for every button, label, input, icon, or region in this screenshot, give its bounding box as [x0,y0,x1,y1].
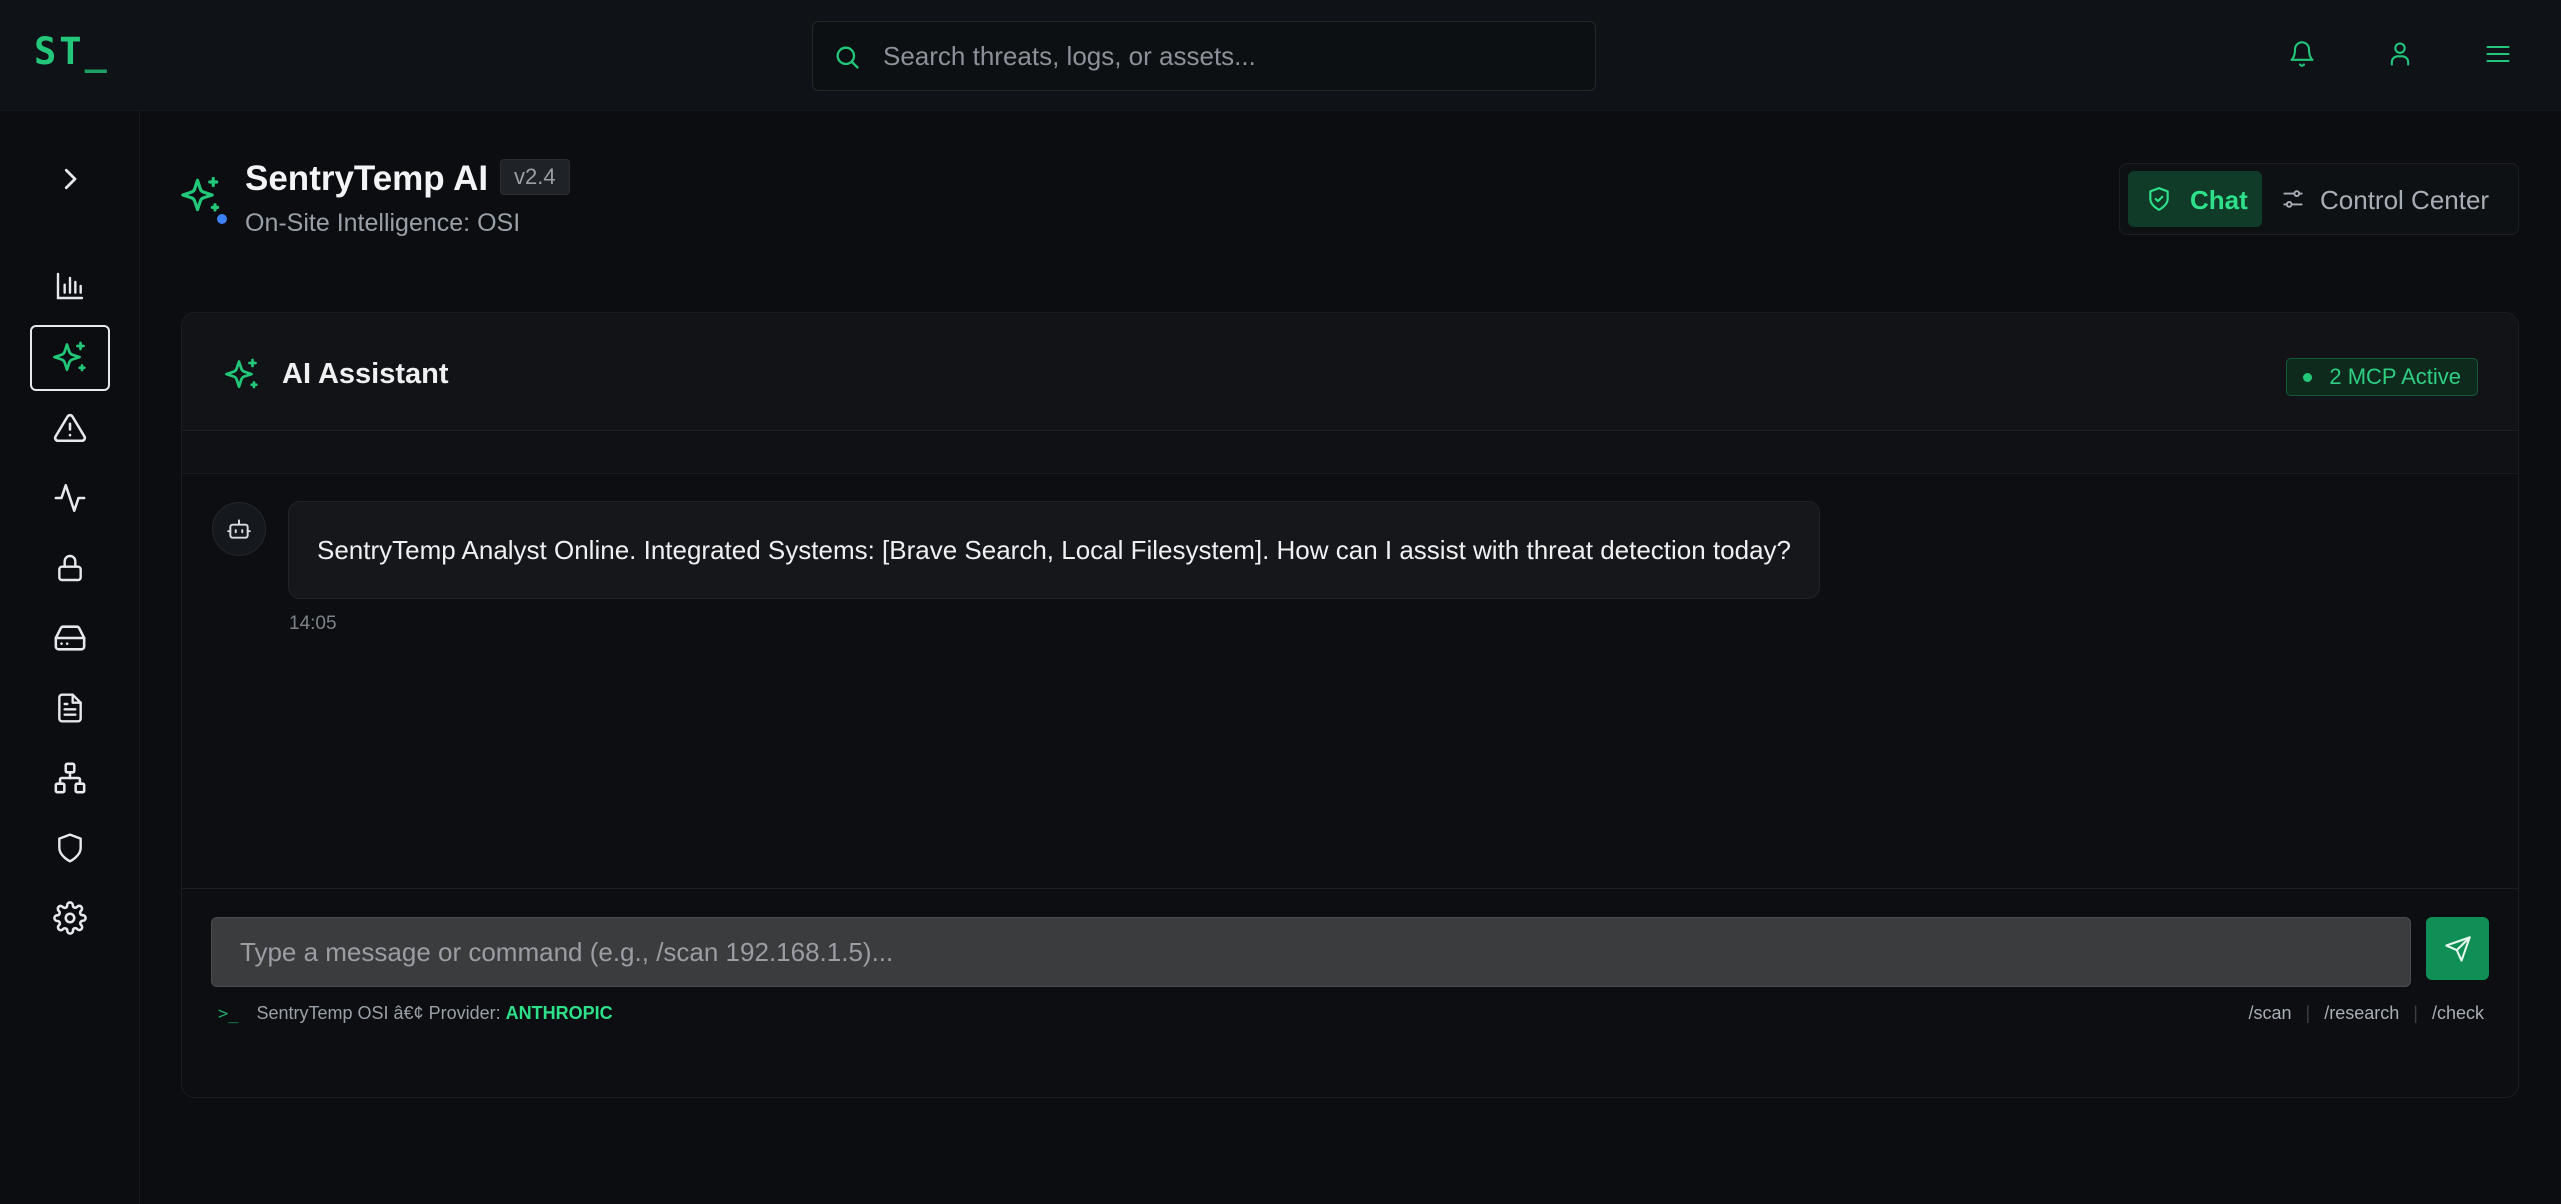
alert-triangle-icon [53,411,87,445]
shield-icon [54,832,86,864]
mcp-status-dot [2303,373,2313,382]
quick-command-check[interactable]: /check [2432,1003,2484,1023]
hard-drive-icon [53,621,87,655]
tab-chat[interactable]: Chat [2128,171,2262,227]
sidebar-item-reports[interactable] [30,675,110,741]
mcp-status-label: 2 MCP Active [2329,364,2461,389]
mcp-status-badge: 2 MCP Active [2286,358,2478,396]
bar-chart-icon [54,270,86,302]
online-status-dot [215,212,229,226]
tab-chat-label: Chat [2190,185,2248,215]
sliders-icon [2280,186,2306,212]
sidebar-item-storage[interactable] [30,605,110,671]
quick-commands: /scan | /research | /check [2249,1003,2484,1024]
send-icon [2444,935,2472,963]
sidebar-item-ai[interactable] [30,325,110,391]
provider-name: ANTHROPIC [505,1003,613,1023]
provider-prefix: SentryTemp OSI â€¢ Provider: [256,1003,501,1023]
version-badge: v2.4 [500,159,570,195]
sidebar-item-protection[interactable] [30,815,110,881]
sidebar-item-analytics[interactable] [30,253,110,319]
menu-icon[interactable] [2484,40,2514,70]
bell-icon[interactable] [2288,40,2318,70]
tab-control-center-label: Control Center [2320,185,2490,215]
sidebar [0,111,140,1204]
sidebar-item-network[interactable] [30,745,110,811]
top-bar: ST_ [0,0,2561,111]
message-timestamp: 14:05 [289,613,337,634]
sidebar-item-security[interactable] [30,535,110,601]
send-button[interactable] [2426,917,2489,980]
page-title: SentryTemp AI [245,159,489,198]
view-toggle: Chat Control Center [2119,163,2519,235]
logo-text: ST [34,30,85,73]
settings-icon [53,901,87,935]
chevron-right-icon [55,164,85,194]
sidebar-item-settings[interactable] [30,885,110,951]
separator: | [2413,1003,2418,1023]
composer-divider [182,888,2518,889]
activity-icon [53,481,87,515]
ai-assistant-panel: AI Assistant 2 MCP Active SentryTemp Ana… [181,312,2519,1098]
user-icon[interactable] [2386,40,2416,70]
provider-info: >_ SentryTemp OSI â€¢ Provider: ANTHROPIC [218,1003,613,1024]
lock-icon [54,552,86,584]
panel-subbar [182,432,2518,474]
message-input[interactable] [211,917,2411,987]
global-search [812,21,1596,91]
panel-header: AI Assistant 2 MCP Active [182,313,2518,431]
quick-command-research[interactable]: /research [2324,1003,2399,1023]
bot-avatar [212,502,266,556]
separator: | [2305,1003,2311,1023]
network-icon [53,761,87,795]
sidebar-item-alerts[interactable] [30,395,110,461]
logo-cursor: _ [84,30,110,73]
sparkles-icon [52,340,88,376]
bot-icon [226,516,252,542]
sparkles-icon [180,175,222,217]
tab-control-center[interactable]: Control Center [2270,171,2512,227]
search-icon [833,43,861,71]
sidebar-expand-button[interactable] [30,146,110,212]
shield-check-icon [2146,186,2172,212]
search-input[interactable] [883,22,1573,90]
bot-message-bubble: SentryTemp Analyst Online. Integrated Sy… [288,501,1821,599]
quick-command-scan[interactable]: /scan [2249,1003,2292,1023]
terminal-icon: >_ [218,1004,239,1024]
app-logo[interactable]: ST_ [34,30,110,73]
file-text-icon [54,692,86,724]
sidebar-item-activity[interactable] [30,465,110,531]
page-subtitle: On-Site Intelligence: OSI [245,209,521,237]
panel-title: AI Assistant [282,358,449,390]
sparkles-icon [224,357,260,393]
